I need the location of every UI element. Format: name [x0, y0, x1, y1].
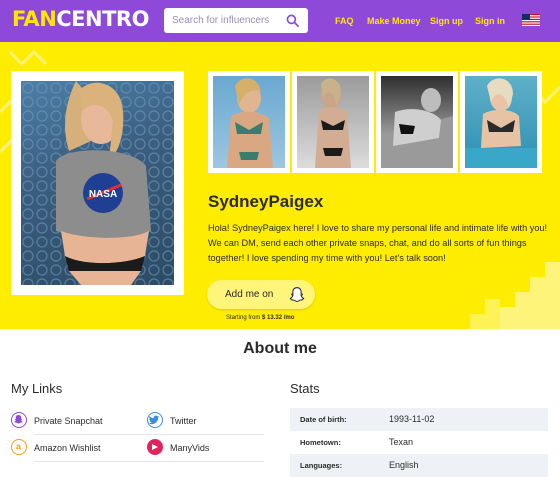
starting-price: $ 13.32: [262, 315, 283, 321]
logo-fan: FAN: [12, 7, 57, 31]
about-heading: About me: [243, 340, 317, 357]
link-divider: [34, 461, 264, 462]
main-profile-photo[interactable]: NASA: [11, 71, 184, 295]
stats-row: Languages: English: [290, 454, 548, 477]
gallery-thumb-2[interactable]: [292, 71, 374, 173]
logo-centro: CENTRO: [56, 7, 149, 31]
my-links-title: My Links: [11, 381, 63, 396]
stats-row: Hometown: Texan: [290, 431, 548, 454]
starting-price-text: Starting from $ 13.32 /mo: [226, 315, 294, 321]
link-label-private-snapchat: Private Snapchat: [34, 416, 103, 426]
profile-bio: Hola! SydneyPaigex here! I love to share…: [208, 223, 548, 263]
link-label-twitter: Twitter: [170, 416, 197, 426]
us-flag-icon[interactable]: [522, 14, 540, 26]
stats-value: 1993-11-02: [389, 414, 435, 424]
search-box: [164, 8, 308, 33]
gallery-drawing-3: [381, 88, 453, 168]
svg-text:a: a: [16, 442, 22, 452]
twitter-icon: [147, 412, 163, 428]
snapchat-icon: [11, 412, 27, 428]
link-label-manyvids: ManyVids: [170, 443, 210, 453]
add-on-snapchat-button[interactable]: Add me on: [207, 280, 315, 309]
top-nav: FANCENTRO FAQ Make Money Sign up Sign in: [0, 0, 560, 42]
search-input[interactable]: [172, 12, 282, 29]
starting-suffix: /mo: [283, 315, 295, 321]
gallery-thumb-1[interactable]: [208, 71, 290, 173]
stats-value: English: [389, 460, 419, 470]
stats-value: Texan: [389, 437, 414, 447]
stats-key: Date of birth:: [300, 415, 347, 424]
search-icon[interactable]: [286, 14, 299, 27]
gallery-thumb-3[interactable]: [376, 71, 458, 173]
amazon-icon: a: [11, 439, 27, 455]
link-divider: [34, 434, 264, 435]
stats-key: Hometown:: [300, 438, 341, 447]
stats-title: Stats: [290, 381, 320, 396]
fancentro-logo[interactable]: FANCENTRO: [12, 7, 149, 31]
add-button-label: Add me on: [225, 289, 274, 300]
stats-key: Languages:: [300, 461, 343, 470]
profile-photo-drawing: NASA: [21, 81, 174, 285]
nav-link-make-money[interactable]: Make Money: [367, 16, 421, 26]
nav-link-sign-in[interactable]: Sign in: [475, 16, 505, 26]
nav-link-sign-up[interactable]: Sign up: [430, 16, 463, 26]
gallery-drawing-1: [227, 78, 273, 168]
manyvids-icon: [147, 439, 163, 455]
gallery-thumb-4[interactable]: [460, 71, 542, 173]
nasa-logo-text: NASA: [89, 189, 117, 200]
gallery-drawing-2: [315, 78, 351, 168]
starting-prefix: Starting from: [226, 315, 261, 321]
profile-name: SydneyPaigex: [208, 192, 324, 211]
stats-row: Date of birth: 1993-11-02: [290, 408, 548, 431]
gallery-image-2: [297, 76, 369, 168]
link-label-amazon-wishlist: Amazon Wishlist: [34, 443, 101, 453]
gallery-image-4: [465, 76, 537, 168]
gallery-image-1: [213, 76, 285, 168]
profile-photo-image: NASA: [21, 81, 174, 285]
nav-link-faq[interactable]: FAQ: [335, 16, 354, 26]
gallery-drawing-4: [465, 78, 537, 168]
gallery-image-3: [381, 76, 453, 168]
snapchat-ghost-icon: [289, 287, 305, 303]
